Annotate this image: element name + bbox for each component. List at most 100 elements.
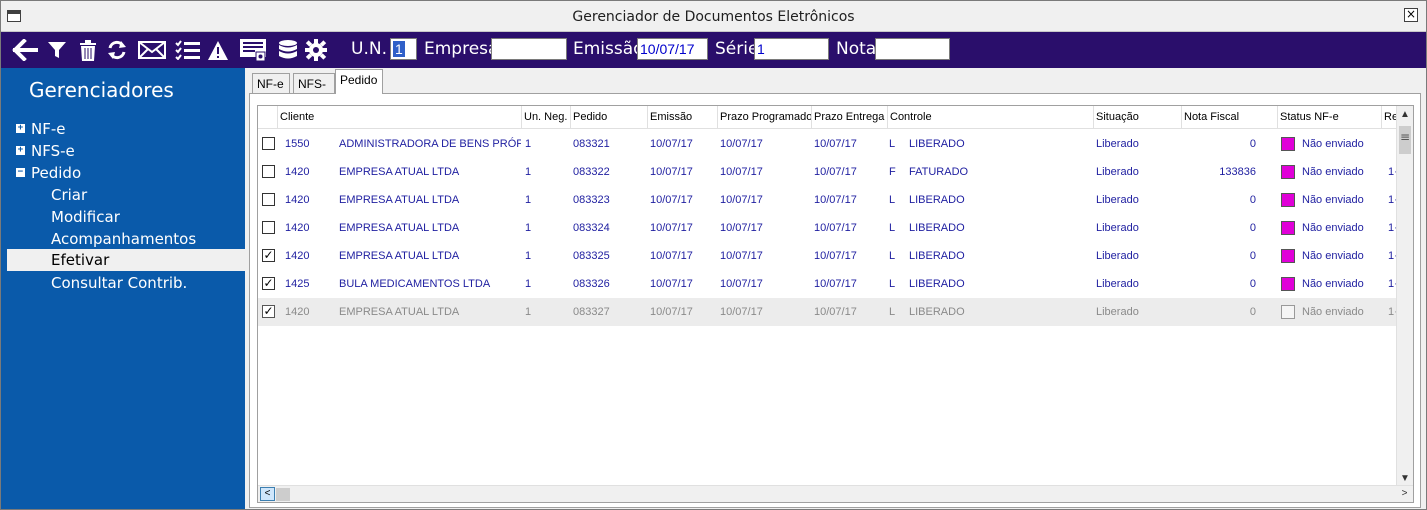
cell-status: Não enviado xyxy=(1302,250,1364,262)
sidebar-item-label: NFS-e xyxy=(31,142,75,160)
warning-icon[interactable] xyxy=(207,38,229,62)
table-row[interactable]: ✓ 1425 BULA MEDICAMENTOS LTDA 1 083326 10/07/… xyxy=(258,270,1398,298)
column-header[interactable]: Pedido xyxy=(571,106,648,129)
cell-nome: BULA MEDICAMENTOS LTDA xyxy=(339,278,491,290)
cell-un: 1 xyxy=(525,194,532,206)
trash-icon[interactable] xyxy=(78,38,98,62)
table-row[interactable]: 1420 EMPRESA ATUAL LTDA 1 083322 10/07/17 10/… xyxy=(258,158,1398,186)
column-header[interactable]: Emissão xyxy=(648,106,718,129)
sidebar-item-nfe[interactable]: + NF-e xyxy=(1,118,245,140)
cell-ctrl-desc: LIBERADO xyxy=(909,306,965,318)
expand-icon[interactable]: + xyxy=(16,124,25,133)
cell-pedido: 083327 xyxy=(573,306,610,318)
horizontal-scrollbar[interactable]: < > xyxy=(258,485,1413,502)
vertical-scrollbar[interactable]: ▲ ▼ xyxy=(1396,106,1413,487)
status-color-indicator xyxy=(1281,165,1295,179)
scroll-right-icon[interactable]: > xyxy=(1397,487,1412,501)
cell-prazo-ent: 10/07/17 xyxy=(814,306,857,318)
row-checkbox[interactable]: ✓ xyxy=(262,305,275,318)
cell-prazo-ent: 10/07/17 xyxy=(814,250,857,262)
sidebar-item-efetivar[interactable]: Efetivar xyxy=(7,249,245,271)
row-checkbox[interactable] xyxy=(262,165,275,178)
cell-ctrl: F xyxy=(889,166,896,178)
column-header[interactable]: Prazo Entrega xyxy=(812,106,888,129)
checklist-icon[interactable] xyxy=(174,38,202,62)
close-button[interactable]: × xyxy=(1404,8,1418,22)
cell-emissao: 10/07/17 xyxy=(650,306,693,318)
cell-nota: 0 xyxy=(1249,222,1256,234)
row-checkbox[interactable]: ✓ xyxy=(262,277,275,290)
sidebar-item-nfse[interactable]: + NFS-e xyxy=(1,140,245,162)
column-header[interactable]: Situação xyxy=(1094,106,1182,129)
expand-icon[interactable]: + xyxy=(16,146,25,155)
app-window: Gerenciador de Documentos Eletrônicos × xyxy=(0,0,1427,510)
tab-nfe[interactable]: NF-e xyxy=(252,73,290,94)
cell-ctrl-desc: FATURADO xyxy=(909,166,969,178)
cell-status: Não enviado xyxy=(1302,278,1364,290)
column-header[interactable]: Prazo Programado xyxy=(718,106,812,129)
cell-status: Não enviado xyxy=(1302,138,1364,150)
sidebar-heading: Gerenciadores xyxy=(29,78,174,102)
sidebar-item-criar[interactable]: Criar xyxy=(1,184,245,206)
column-header[interactable]: Status NF-e xyxy=(1278,106,1382,129)
filter-icon[interactable] xyxy=(46,38,68,62)
cell-pedido: 083326 xyxy=(573,278,610,290)
tab-panel-pedido: Cliente Un. Neg. Pedido Emissão Prazo Progra… xyxy=(249,93,1421,508)
document-print-icon[interactable] xyxy=(238,38,268,62)
scroll-up-icon[interactable]: ▲ xyxy=(1397,106,1413,123)
column-header[interactable]: Nota Fiscal xyxy=(1182,106,1278,129)
tab-nfse[interactable]: NFS-e xyxy=(293,73,335,105)
table-row[interactable]: 1420 EMPRESA ATUAL LTDA 1 083324 10/07/17 10/… xyxy=(258,214,1398,242)
column-header[interactable]: Controle xyxy=(888,106,1094,129)
status-color-indicator xyxy=(1281,193,1295,207)
emissao-input[interactable]: 10/07/17 xyxy=(637,38,708,60)
sidebar-item-modificar[interactable]: Modificar xyxy=(1,206,245,228)
collapse-icon[interactable]: − xyxy=(16,168,25,177)
row-checkbox[interactable] xyxy=(262,193,275,206)
un-input[interactable]: 1 xyxy=(390,38,417,60)
sidebar-item-label: Efetivar xyxy=(51,251,110,269)
cell-prazo-prog: 10/07/17 xyxy=(720,138,763,150)
column-header[interactable]: Cliente xyxy=(278,106,522,129)
serie-label: Série xyxy=(715,39,759,59)
serie-input[interactable]: 1 xyxy=(754,38,829,60)
row-checkbox[interactable] xyxy=(262,137,275,150)
row-checkbox[interactable] xyxy=(262,221,275,234)
database-icon[interactable] xyxy=(277,38,299,62)
status-color-indicator xyxy=(1281,305,1295,319)
cell-nome: EMPRESA ATUAL LTDA xyxy=(339,306,460,318)
nota-input[interactable] xyxy=(875,38,950,60)
empresa-input[interactable] xyxy=(491,38,567,60)
cell-un: 1 xyxy=(525,250,532,262)
cell-emissao: 10/07/17 xyxy=(650,278,693,290)
header-select-column[interactable] xyxy=(258,106,278,129)
toolbar: U.N. 1 Empresa Emissão 10/07/17 Série 1 … xyxy=(1,32,1426,68)
horizontal-scroll-thumb[interactable] xyxy=(276,488,290,501)
table-row[interactable]: 1420 EMPRESA ATUAL LTDA 1 083323 10/07/17 10/… xyxy=(258,186,1398,214)
row-checkbox[interactable]: ✓ xyxy=(262,249,275,262)
cell-status: Não enviado xyxy=(1302,194,1364,206)
cell-ctrl-desc: LIBERADO xyxy=(909,278,965,290)
nota-label: Nota xyxy=(836,39,877,59)
table-row[interactable]: ✓ 1420 EMPRESA ATUAL LTDA 1 083327 10/07/17 10… xyxy=(258,298,1398,326)
sidebar-item-label: Consultar Contrib. xyxy=(51,274,188,292)
gear-icon[interactable] xyxy=(305,38,327,62)
sidebar-item-acompanhamentos[interactable]: Acompanhamentos xyxy=(1,228,245,250)
cell-emissao: 10/07/17 xyxy=(650,222,693,234)
tab-pedido[interactable]: Pedido xyxy=(335,69,383,94)
title-bar: Gerenciador de Documentos Eletrônicos × xyxy=(1,1,1426,32)
refresh-icon[interactable] xyxy=(106,38,128,62)
sidebar-item-label: Acompanhamentos xyxy=(51,230,197,248)
cell-emissao: 10/07/17 xyxy=(650,250,693,262)
envelope-icon[interactable] xyxy=(137,38,167,62)
sidebar-item-pedido[interactable]: − Pedido xyxy=(1,162,245,184)
vertical-scroll-thumb[interactable] xyxy=(1399,126,1411,154)
sidebar-item-consultar-contrib[interactable]: Consultar Contrib. xyxy=(1,272,245,294)
column-header[interactable]: Un. Neg. xyxy=(522,106,571,129)
table-row[interactable]: 1550 ADMINISTRADORA DE BENS PRÓPRI 1 083321… xyxy=(258,130,1397,158)
cell-nota: 0 xyxy=(1249,194,1256,206)
back-arrow-icon[interactable] xyxy=(11,38,39,62)
scroll-left-icon[interactable]: < xyxy=(260,487,275,501)
cell-nome: ADMINISTRADORA DE BENS PRÓPRI xyxy=(339,138,521,150)
table-row[interactable]: ✓ 1420 EMPRESA ATUAL LTDA 1 083325 10/07/17 10… xyxy=(258,242,1398,270)
